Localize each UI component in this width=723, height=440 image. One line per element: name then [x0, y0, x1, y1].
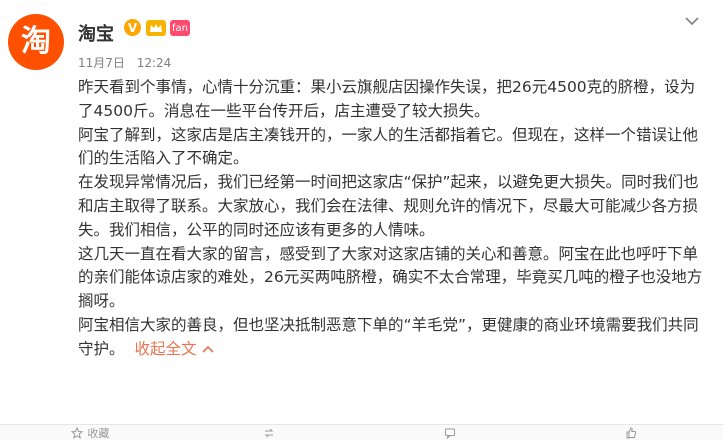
fan-badge-icon[interactable]: fan	[170, 20, 190, 36]
comment-button[interactable]	[362, 425, 543, 440]
chevron-up-icon	[201, 346, 214, 353]
crown-svg	[150, 24, 162, 32]
post-date[interactable]: 11月7日	[78, 56, 125, 70]
chevron-svg	[685, 17, 699, 26]
collapse-label: 收起全文	[134, 339, 197, 358]
action-bar: 收藏	[0, 424, 723, 440]
like-button[interactable]	[542, 425, 723, 440]
post-paragraph: 阿宝了解到，这家店是店主凑钱开的，一家人的生活都指着它。但现在，这样一个错误让他…	[78, 125, 699, 168]
post-paragraph: 在发现异常情况后，我们已经第一时间把这家店“保护”起来，以避免更大损失。同时我们…	[78, 173, 699, 239]
repost-icon	[264, 428, 274, 437]
post-content: 昨天看到个事情，心情十分沉重：果小云旗舰店因操作失误，把26元4500克的脐橙，…	[78, 76, 708, 362]
avatar[interactable]: 淘	[8, 14, 64, 70]
comment-icon	[444, 428, 455, 439]
post-paragraph: 昨天看到个事情，心情十分沉重：果小云旗舰店因操作失误，把26元4500克的脐橙，…	[78, 78, 696, 120]
repost-button[interactable]	[181, 425, 362, 440]
collapse-link[interactable]: 收起全文	[135, 340, 215, 358]
author-name[interactable]: 淘宝	[78, 20, 114, 46]
star-icon	[71, 426, 84, 439]
avatar-logo: 淘	[21, 24, 51, 59]
post-time[interactable]: 12:24	[137, 56, 172, 70]
post-paragraph-last: 阿宝相信大家的善良，但也坚决抵制恶意下单的“羊毛党”，更健康的商业环境需要我们共…	[78, 314, 708, 362]
chevron-down-icon[interactable]	[683, 12, 701, 30]
favorite-button[interactable]: 收藏	[0, 425, 181, 440]
favorite-label: 收藏	[87, 426, 110, 440]
post-paragraph: 这几天一直在看大家的留言，感受到了大家对这家店铺的关心和善意。阿宝在此也呼吁下单…	[78, 244, 703, 311]
thumbs-up-icon	[626, 426, 636, 438]
verified-icon[interactable]: V	[124, 19, 141, 36]
post-meta: 11月7日 12:24	[78, 54, 179, 71]
crown-icon[interactable]	[146, 20, 166, 36]
